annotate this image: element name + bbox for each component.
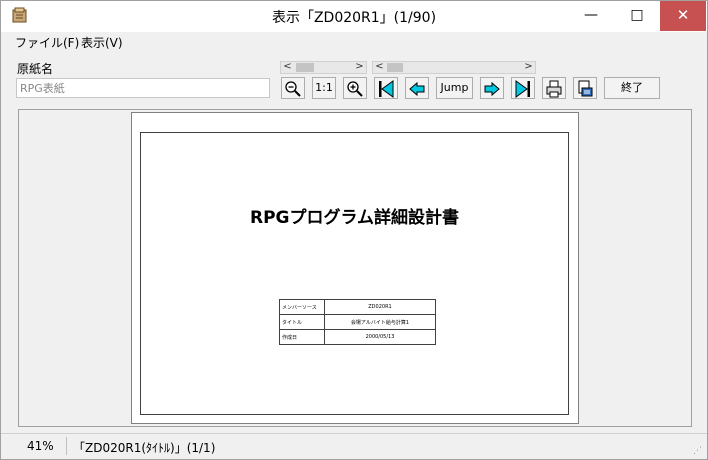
zoom-in-icon — [347, 81, 363, 97]
main-window: 表示「ZD020R1」(1/90) — □ ✕ ファイル(F) 表示(V) 原紙… — [0, 0, 708, 460]
scroll-right-icon[interactable]: > — [353, 61, 366, 74]
last-page-button[interactable] — [511, 77, 535, 99]
table-row: メンバーソース ZD020R1 — [279, 299, 436, 315]
scroll-right-icon[interactable]: > — [522, 61, 535, 74]
print-button[interactable] — [542, 77, 566, 99]
zoom-in-button[interactable] — [343, 77, 367, 99]
table-key: タイトル — [279, 314, 325, 330]
print-icon — [546, 80, 562, 98]
table-row: 作成日 2000/05/13 — [279, 329, 436, 345]
page-frame: RPGプログラム詳細設計書 メンバーソース ZD020R1 タイトル 会場アルバ… — [140, 132, 569, 415]
first-page-button[interactable] — [374, 77, 398, 99]
scroll-left-icon[interactable]: < — [373, 61, 386, 74]
status-divider — [66, 437, 67, 455]
exit-button[interactable]: 終了 — [604, 77, 660, 99]
menu-file[interactable]: ファイル(F) — [13, 34, 81, 51]
prev-page-icon — [409, 81, 425, 97]
table-value: 2000/05/13 — [324, 329, 436, 345]
table-value: 会場アルバイト給与計算1 — [324, 314, 436, 330]
table-key: 作成日 — [279, 329, 325, 345]
document-page: RPGプログラム詳細設計書 メンバーソース ZD020R1 タイトル 会場アルバ… — [131, 112, 579, 424]
scroll-thumb[interactable] — [296, 63, 314, 72]
document-title: RPGプログラム詳細設計書 — [250, 208, 459, 228]
jump-button[interactable]: Jump — [436, 77, 473, 99]
prev-page-button[interactable] — [405, 77, 429, 99]
resize-grip-icon[interactable]: ⋰ — [693, 446, 703, 456]
source-input[interactable] — [16, 78, 270, 98]
document-viewer[interactable]: RPGプログラム詳細設計書 メンバーソース ZD020R1 タイトル 会場アルバ… — [18, 109, 692, 427]
menu-bar: ファイル(F) 表示(V) — [1, 32, 707, 52]
status-zoom: 41% — [27, 439, 54, 453]
page-scrollbar[interactable]: < > — [372, 61, 536, 74]
source-label: 原紙名 — [17, 62, 54, 76]
table-key: メンバーソース — [279, 299, 325, 315]
status-page-info: 「ZD020R1(ﾀｲﾄﾙ)」(1/1) — [73, 441, 216, 455]
close-button[interactable]: ✕ — [660, 1, 706, 31]
status-bar: 41% 「ZD020R1(ﾀｲﾄﾙ)」(1/1) ⋰ — [1, 433, 707, 459]
zoom-scrollbar[interactable]: < > — [280, 61, 367, 74]
document-info-table: メンバーソース ZD020R1 タイトル 会場アルバイト給与計算1 作成日 20… — [279, 299, 436, 345]
actual-size-button[interactable]: 1:1 — [312, 77, 336, 99]
zoom-out-button[interactable] — [281, 77, 305, 99]
next-page-icon — [484, 81, 500, 97]
menu-view[interactable]: 表示(V) — [79, 34, 125, 51]
minimize-button[interactable]: — — [568, 1, 614, 31]
next-page-button[interactable] — [480, 77, 504, 99]
table-row: タイトル 会場アルバイト給与計算1 — [279, 314, 436, 330]
scroll-thumb[interactable] — [387, 63, 403, 72]
last-page-icon — [515, 80, 530, 98]
zoom-out-icon — [285, 81, 301, 97]
table-value: ZD020R1 — [324, 299, 436, 315]
export-button[interactable] — [573, 77, 597, 99]
first-page-icon — [379, 80, 394, 98]
export-icon — [578, 80, 593, 97]
maximize-button[interactable]: □ — [614, 1, 660, 31]
title-bar[interactable]: 表示「ZD020R1」(1/90) — □ ✕ — [1, 1, 707, 32]
scroll-left-icon[interactable]: < — [281, 61, 294, 74]
